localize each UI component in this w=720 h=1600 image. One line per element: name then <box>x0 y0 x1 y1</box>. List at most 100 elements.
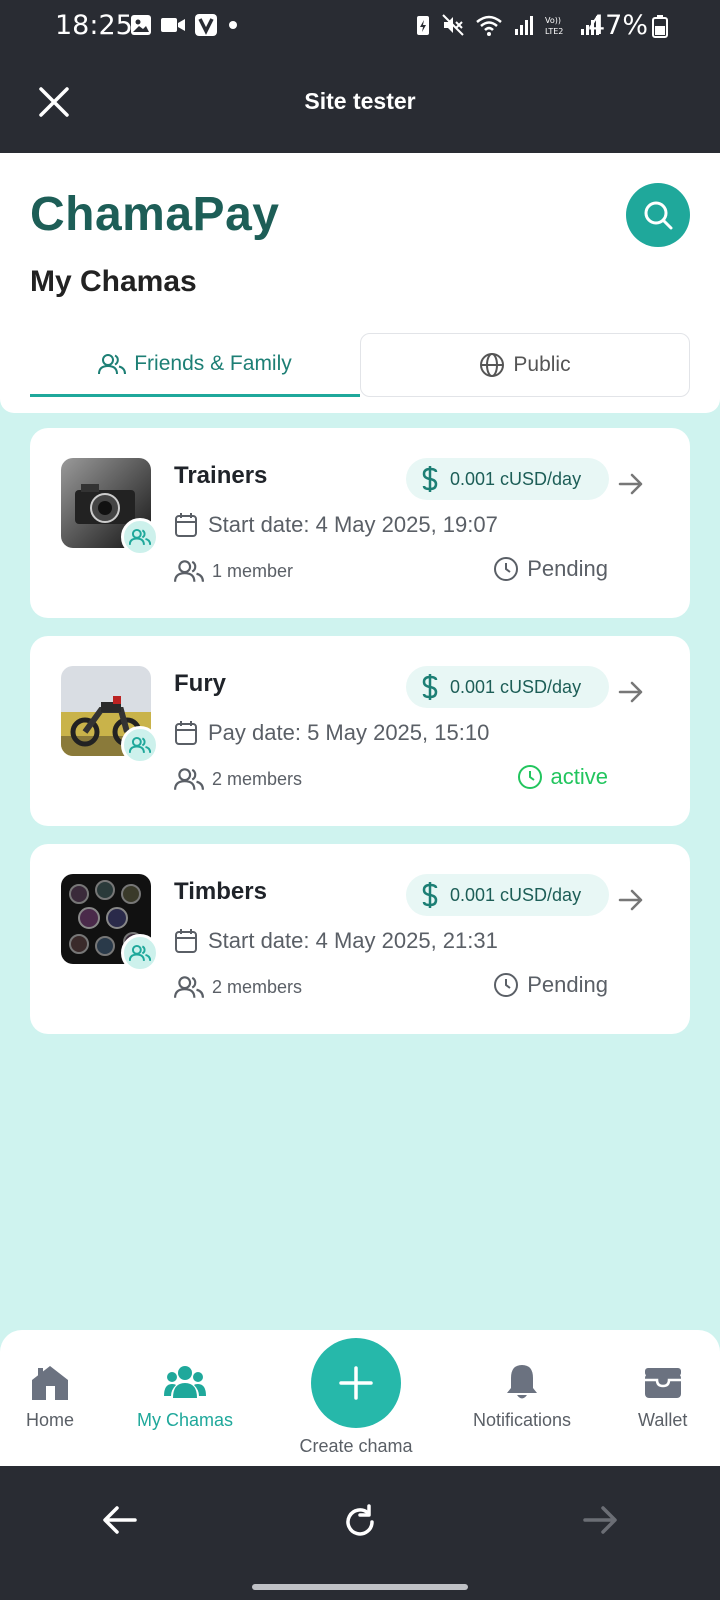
group-icon <box>164 1366 207 1398</box>
app-topbar: Site tester <box>0 52 720 153</box>
dot-icon <box>229 21 237 29</box>
signal-icon <box>515 16 533 35</box>
date-row: Start date: 4 May 2025, 19:07 <box>174 512 498 538</box>
status-bar: 18:25 Vo)) LTE2 47% <box>0 0 720 52</box>
member-row: 2 members <box>174 766 302 792</box>
clock-icon <box>517 765 542 789</box>
create-chama-label: Create chama <box>299 1436 413 1456</box>
page-title: My Chamas <box>30 265 197 298</box>
member-row: 2 members <box>174 974 302 1000</box>
dollar-icon <box>422 882 438 908</box>
wifi-icon <box>476 15 502 36</box>
search-button[interactable] <box>626 183 690 247</box>
tab-friends-family[interactable]: Friends & Family <box>30 333 360 397</box>
status-battery-percent: 47% <box>587 10 648 41</box>
arrow-right-icon[interactable] <box>618 888 644 912</box>
users-icon <box>174 976 204 998</box>
nav-home[interactable]: Home <box>26 1362 74 1431</box>
users-icon <box>129 944 151 961</box>
date-text: Pay date: 5 May 2025, 15:10 <box>208 720 490 745</box>
price-badge: 0.001 cUSD/day <box>406 666 609 708</box>
system-nav-bar <box>0 1466 720 1600</box>
globe-icon <box>480 353 505 377</box>
status-badge: Pending <box>493 556 608 582</box>
video-icon <box>161 18 185 32</box>
gallery-icon <box>131 15 151 35</box>
price-text: 0.001 cUSD/day <box>450 468 582 489</box>
users-icon <box>129 528 151 545</box>
battery-saver-icon <box>417 16 429 35</box>
users-icon <box>98 353 127 374</box>
dollar-icon <box>422 674 438 700</box>
brand-logo-text: ChamaPay <box>30 188 280 241</box>
price-badge: 0.001 cUSD/day <box>406 874 609 916</box>
member-count: 1 member <box>212 560 294 581</box>
battery-icon <box>652 15 668 38</box>
svg-text:Vo)): Vo)) <box>545 16 561 25</box>
price-text: 0.001 cUSD/day <box>450 676 582 697</box>
group-badge <box>121 934 159 972</box>
chama-name: Fury <box>174 670 227 697</box>
member-count: 2 members <box>212 768 303 789</box>
nav-my-chamas[interactable]: My Chamas <box>137 1362 233 1431</box>
chama-card[interactable]: Trainers 0.001 cUSD/day Start date: 4 Ma… <box>30 428 690 618</box>
topbar-title: Site tester <box>304 88 416 114</box>
price-text: 0.001 cUSD/day <box>450 884 582 905</box>
nav-wallet-label: Wallet <box>638 1410 688 1430</box>
group-badge <box>121 518 159 556</box>
bottom-nav: Home My Chamas Create chama Notification… <box>0 1330 720 1466</box>
tab-bar: Friends & Family Public <box>30 333 690 397</box>
member-row: 1 member <box>174 558 293 584</box>
clock-icon <box>494 973 519 997</box>
v-app-icon <box>195 14 217 36</box>
forward-arrow-icon[interactable] <box>582 1504 618 1536</box>
svg-text:LTE2: LTE2 <box>545 27 563 36</box>
calendar-icon <box>175 721 197 745</box>
home-icon <box>32 1366 68 1400</box>
status-badge: active <box>517 764 608 790</box>
create-chama-button[interactable] <box>311 1338 401 1428</box>
status-text: Pending <box>527 556 608 581</box>
nav-notifications-label: Notifications <box>473 1410 572 1430</box>
date-row: Pay date: 5 May 2025, 15:10 <box>174 720 489 746</box>
bell-icon <box>507 1365 538 1399</box>
nav-notifications[interactable]: Notifications <box>473 1362 571 1431</box>
tab-label: Public <box>513 353 571 376</box>
home-indicator[interactable] <box>252 1584 468 1590</box>
back-arrow-icon[interactable] <box>102 1504 138 1536</box>
nav-my-chamas-label: My Chamas <box>137 1410 234 1430</box>
search-icon <box>644 201 673 230</box>
chama-card[interactable]: Fury 0.001 cUSD/day Pay date: 5 May 2025… <box>30 636 690 826</box>
status-time: 18:25 <box>55 10 133 41</box>
status-notification-icons <box>130 13 240 37</box>
reload-icon[interactable] <box>342 1504 378 1540</box>
arrow-right-icon[interactable] <box>618 472 644 496</box>
chama-name: Trainers <box>174 462 268 489</box>
calendar-icon <box>175 929 197 953</box>
plus-icon <box>339 1366 373 1400</box>
mute-icon <box>442 14 464 36</box>
chama-card[interactable]: Timbers 0.001 cUSD/day Start date: 4 May… <box>30 844 690 1034</box>
member-count: 2 members <box>212 976 303 997</box>
wallet-icon <box>644 1368 681 1398</box>
group-badge <box>121 726 159 764</box>
clock-icon <box>494 557 519 581</box>
arrow-right-icon[interactable] <box>618 680 644 704</box>
nav-wallet[interactable]: Wallet <box>638 1362 687 1431</box>
users-icon <box>174 768 204 790</box>
status-text: Pending <box>527 972 608 997</box>
nav-home-label: Home <box>26 1410 75 1430</box>
tab-public[interactable]: Public <box>360 333 690 397</box>
date-row: Start date: 4 May 2025, 21:31 <box>174 928 498 954</box>
users-icon <box>129 736 151 753</box>
status-text: active <box>550 764 608 789</box>
volte-icon: Vo)) LTE2 <box>545 16 563 36</box>
page-header: ChamaPay My Chamas Friends & Family Publ… <box>0 153 720 413</box>
chama-name: Timbers <box>174 878 267 905</box>
date-text: Start date: 4 May 2025, 21:31 <box>208 928 498 953</box>
users-icon <box>174 560 204 582</box>
date-text: Start date: 4 May 2025, 19:07 <box>208 512 498 537</box>
status-system-icons: Vo)) LTE2 <box>415 13 601 37</box>
price-badge: 0.001 cUSD/day <box>406 458 609 500</box>
calendar-icon <box>175 513 197 537</box>
